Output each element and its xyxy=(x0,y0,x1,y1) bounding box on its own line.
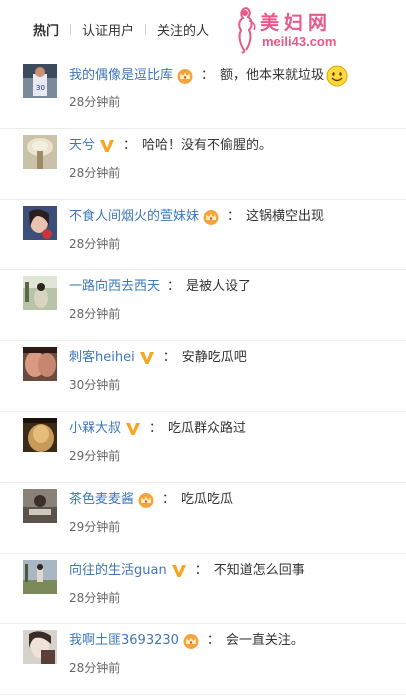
comment-item: 刺客heihei ： 安静吃瓜吧 30分钟前 xyxy=(0,341,406,412)
vip-v-icon xyxy=(171,564,186,577)
comment-colon: ： xyxy=(206,633,220,649)
vip-v-icon xyxy=(139,352,154,365)
comment-username[interactable]: 天兮 xyxy=(69,136,95,156)
woman-silhouette-icon xyxy=(238,7,256,54)
comment-list: 30 我的偶像是逗比库 ： 额，他本来就垃圾 28分钟前 天兮 ： 哈哈！没有不… xyxy=(0,58,406,696)
comment-time: 29分钟前 xyxy=(69,519,121,534)
comment-time: 28分钟前 xyxy=(69,307,121,322)
vip-v-icon xyxy=(100,139,115,152)
comment-time: 28分钟前 xyxy=(69,95,121,109)
comment-colon: ： xyxy=(162,491,176,507)
comment-colon: ： xyxy=(123,137,137,153)
comment-text: 这锅横空出现 xyxy=(246,208,325,224)
avatar[interactable] xyxy=(23,276,57,311)
comment-text: 额，他本来就垃圾 xyxy=(220,68,325,83)
comment-text: 安静吃瓜吧 xyxy=(181,350,247,366)
comment-item: 一路向西去西天 ： 是被人设了 28分钟前 xyxy=(0,270,406,342)
comment-username[interactable]: 一路向西去西天 xyxy=(69,277,160,297)
avatar[interactable] xyxy=(23,134,57,169)
comment-username[interactable]: 向往的生活guan xyxy=(69,561,167,581)
smile-emoji-icon xyxy=(326,65,348,87)
avatar[interactable] xyxy=(23,559,57,594)
comment-item: 天兮 ： 哈哈！没有不偷腥的。 28分钟前 xyxy=(0,129,406,200)
watermark-logo: 美妇网 meili43.com xyxy=(232,6,372,56)
comment-colon: ： xyxy=(167,279,181,295)
comment-item: 茶色麦麦酱 ： 吃瓜吃瓜 29分钟前 xyxy=(0,483,406,554)
crown-icon xyxy=(203,209,219,225)
comment-text: 吃瓜吃瓜 xyxy=(181,491,234,507)
comment-item: 不食人间烟火的萱妹妹 ： 这锅横空出现 28分钟前 xyxy=(0,200,406,271)
comment-colon: ： xyxy=(201,68,215,83)
comment-colon: ： xyxy=(227,208,241,224)
tab-divider xyxy=(145,23,147,35)
comment-colon: ： xyxy=(149,420,163,436)
tab-following[interactable]: 关注的人 xyxy=(157,20,209,39)
comment-colon: ： xyxy=(194,562,208,578)
tab-hot[interactable]: 热门 xyxy=(33,20,59,39)
avatar[interactable] xyxy=(23,347,57,382)
comment-item: 我啊土匪3693230 ： 会一直关注。 28分钟前 xyxy=(0,624,406,696)
comment-time: 28分钟前 xyxy=(69,236,121,251)
comment-username[interactable]: 刺客heihei xyxy=(69,348,135,368)
comment-item: 30 我的偶像是逗比库 ： 额，他本来就垃圾 28分钟前 xyxy=(0,58,406,129)
comment-time: 29分钟前 xyxy=(69,448,121,463)
comment-username[interactable]: 我啊土匪3693230 xyxy=(69,631,179,651)
watermark-title: 美妇网 xyxy=(260,12,333,34)
comment-time: 28分钟前 xyxy=(69,661,121,676)
comment-text: 哈哈！没有不偷腥的。 xyxy=(142,137,273,153)
tab-divider xyxy=(70,23,72,35)
crown-icon xyxy=(138,492,154,508)
comment-time: 28分钟前 xyxy=(69,590,121,605)
vip-v-icon xyxy=(126,422,141,435)
svg-text:30: 30 xyxy=(36,84,45,92)
comment-username[interactable]: 我的偶像是逗比库 xyxy=(69,66,173,86)
avatar[interactable] xyxy=(23,488,57,523)
avatar[interactable] xyxy=(23,630,57,665)
crown-icon xyxy=(183,634,199,650)
watermark-url: meili43.com xyxy=(262,34,337,49)
comment-username[interactable]: 小槑大叔 xyxy=(69,419,121,439)
comment-text: 不知道怎么回事 xyxy=(213,562,305,578)
tab-verified-users[interactable]: 认证用户 xyxy=(82,20,134,39)
comment-time: 30分钟前 xyxy=(69,378,121,393)
comment-colon: ： xyxy=(162,350,176,366)
comment-text: 是被人设了 xyxy=(186,279,252,295)
avatar[interactable] xyxy=(23,417,57,452)
comment-item: 小槑大叔 ： 吃瓜群众路过 29分钟前 xyxy=(0,412,406,483)
crown-icon xyxy=(177,69,193,84)
comment-text: 吃瓜群众路过 xyxy=(168,420,247,436)
comment-username[interactable]: 茶色麦麦酱 xyxy=(69,490,134,510)
avatar[interactable]: 30 xyxy=(23,64,57,98)
comment-item: 向往的生活guan ： 不知道怎么回事 28分钟前 xyxy=(0,554,406,625)
comment-text: 会一直关注。 xyxy=(225,633,304,649)
comment-username[interactable]: 不食人间烟火的萱妹妹 xyxy=(69,207,199,227)
avatar[interactable] xyxy=(23,205,57,240)
comment-time: 28分钟前 xyxy=(69,165,121,180)
